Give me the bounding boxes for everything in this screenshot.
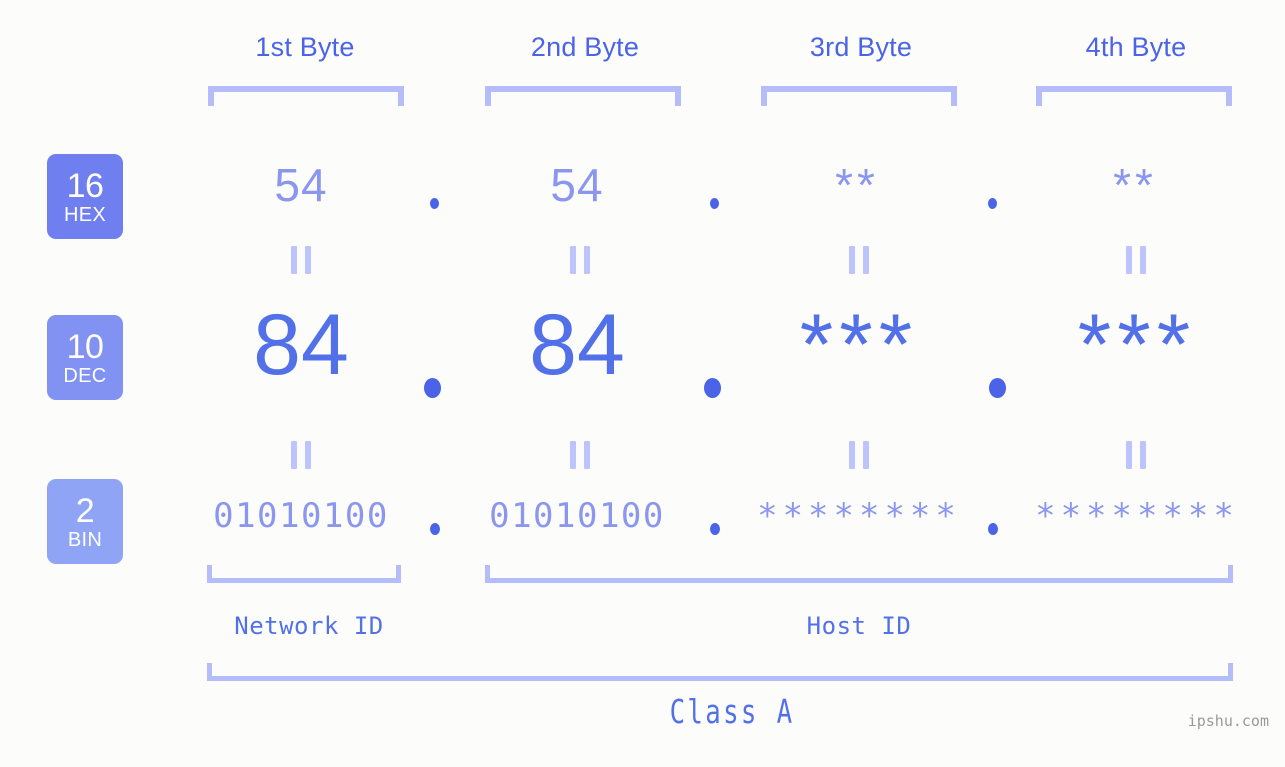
dec-byte-1-value: 84 (253, 297, 349, 393)
equals-marker-1-2 (570, 246, 590, 274)
dec-separator-dot-2 (704, 378, 721, 398)
equals-marker-2-2 (570, 441, 590, 469)
class-bracket (207, 663, 1233, 681)
bin-separator-dot-1 (430, 523, 440, 535)
byte-bracket-top-1 (208, 86, 404, 106)
hex-byte-3-value: ** (835, 159, 879, 211)
hex-byte-1-value: 54 (274, 159, 328, 211)
equals-marker-1-3 (849, 246, 869, 274)
byte-header-2: 2nd Byte (530, 32, 640, 62)
equals-marker-1-4 (1126, 246, 1146, 274)
hex-separator-dot-1 (430, 198, 439, 209)
network-id-label: Network ID (234, 612, 384, 640)
radix-badge-bin: 2 BIN (47, 479, 123, 564)
byte-bracket-top-4 (1036, 86, 1232, 106)
hex-separator-dot-3 (988, 198, 997, 209)
equals-marker-2-1 (291, 441, 311, 469)
radix-badge-dec-number: 10 (66, 327, 104, 366)
radix-badge-dec-name: DEC (63, 364, 107, 387)
host-id-label: Host ID (806, 612, 912, 640)
diagram-canvas: 1st Byte 2nd Byte 3rd Byte 4th Byte 16 H… (0, 0, 1285, 767)
network-id-bracket (207, 565, 401, 583)
radix-badge-hex-name: HEX (63, 203, 107, 226)
byte-header-3: 3rd Byte (809, 32, 913, 62)
dec-separator-dot-3 (989, 378, 1006, 398)
radix-badge-bin-number: 2 (75, 491, 95, 530)
hex-byte-2-value: 54 (550, 159, 604, 211)
byte-header-4: 4th Byte (1085, 32, 1187, 62)
host-id-bracket (485, 565, 1233, 583)
byte-bracket-top-3 (761, 86, 957, 106)
class-label: Class A (669, 692, 795, 731)
equals-marker-2-4 (1126, 441, 1146, 469)
radix-badge-hex-number: 16 (66, 166, 104, 205)
radix-badge-hex: 16 HEX (47, 154, 123, 239)
equals-marker-1-1 (291, 246, 311, 274)
radix-badge-dec: 10 DEC (47, 315, 123, 400)
hex-byte-4-value: ** (1113, 159, 1157, 211)
site-watermark: ipshu.com (1187, 712, 1269, 730)
dec-separator-dot-1 (424, 378, 441, 398)
bin-byte-1-value: 01010100 (213, 496, 389, 536)
bin-separator-dot-3 (988, 523, 998, 535)
bin-byte-4-value: ******** (1035, 496, 1239, 536)
bin-byte-3-value: ******** (757, 496, 961, 536)
bin-byte-2-value: 01010100 (489, 496, 665, 536)
dec-byte-3-value: *** (799, 297, 919, 393)
hex-separator-dot-2 (710, 198, 719, 209)
byte-bracket-top-2 (485, 86, 681, 106)
equals-marker-2-3 (849, 441, 869, 469)
dec-byte-2-value: 84 (529, 297, 625, 393)
bin-separator-dot-2 (710, 523, 720, 535)
dec-byte-4-value: *** (1077, 297, 1197, 393)
byte-header-1: 1st Byte (255, 32, 355, 62)
radix-badge-bin-name: BIN (67, 528, 103, 551)
